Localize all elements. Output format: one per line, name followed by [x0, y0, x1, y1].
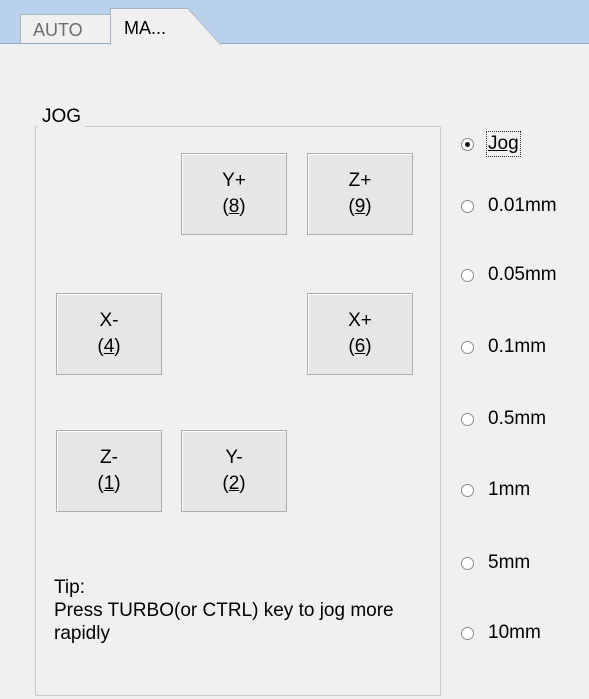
jog-z-minus-key: (1) — [97, 473, 121, 494]
radio-button-icon[interactable] — [461, 483, 474, 497]
radio-button-icon[interactable] — [461, 199, 474, 213]
tab-manual-label: MA... — [124, 18, 167, 38]
step-radio-jog[interactable]: Jog — [461, 131, 521, 157]
radio-button-icon[interactable] — [461, 340, 474, 354]
jog-y-plus-button[interactable]: Y+ (8) — [181, 153, 287, 235]
tab-auto-label: AUTO — [33, 20, 83, 40]
jog-z-plus-button[interactable]: Z+ (9) — [307, 153, 413, 235]
step-radio-0-01mm[interactable]: 0.01mm — [461, 193, 557, 219]
jog-x-plus-axis: X+ — [348, 310, 372, 331]
step-radio-label: 1mm — [488, 479, 531, 500]
jog-y-minus-key: (2) — [222, 473, 246, 494]
tab-strip-border — [0, 43, 589, 44]
jog-group-title: JOG — [38, 106, 86, 128]
radio-button-icon[interactable] — [461, 268, 474, 282]
step-radio-10mm[interactable]: 10mm — [461, 620, 541, 646]
jog-tip-text: Press TURBO(or CTRL) key to jog more rap… — [54, 600, 394, 644]
step-radio-0-05mm[interactable]: 0.05mm — [461, 262, 557, 288]
jog-tip: Tip: Press TURBO(or CTRL) key to jog mor… — [54, 576, 434, 645]
step-radio-0-1mm[interactable]: 0.1mm — [461, 334, 546, 360]
jog-z-minus-button[interactable]: Z- (1) — [56, 430, 162, 512]
jog-y-plus-axis: Y+ — [222, 170, 246, 191]
jog-tip-title: Tip: — [54, 577, 85, 598]
radio-button-icon[interactable] — [461, 137, 474, 151]
jog-x-plus-button[interactable]: X+ (6) — [307, 293, 413, 375]
jog-x-minus-axis: X- — [99, 310, 119, 331]
step-radio-label: 5mm — [488, 552, 531, 573]
jog-y-minus-button[interactable]: Y- (2) — [181, 430, 287, 512]
step-radio-label: 0.01mm — [488, 195, 557, 216]
step-radio-label: Jog — [486, 131, 521, 157]
step-radio-1mm[interactable]: 1mm — [461, 477, 530, 503]
jog-y-minus-axis: Y- — [225, 447, 243, 468]
jog-z-minus-axis: Z- — [100, 447, 118, 468]
jog-z-plus-key: (9) — [348, 196, 372, 217]
jog-x-plus-key: (6) — [348, 336, 372, 357]
radio-button-icon[interactable] — [461, 626, 474, 640]
jog-x-minus-key: (4) — [97, 336, 121, 357]
step-radio-label: 0.05mm — [488, 264, 557, 285]
jog-x-minus-button[interactable]: X- (4) — [56, 293, 162, 375]
radio-button-icon[interactable] — [461, 412, 474, 426]
step-radio-label: 0.1mm — [488, 336, 547, 357]
step-radio-5mm[interactable]: 5mm — [461, 550, 530, 576]
jog-y-plus-key: (8) — [222, 196, 246, 217]
radio-button-icon[interactable] — [461, 556, 474, 570]
step-radio-0-5mm[interactable]: 0.5mm — [461, 406, 546, 432]
step-radio-label: 10mm — [488, 622, 541, 643]
jog-z-plus-axis: Z+ — [348, 170, 372, 191]
tab-auto[interactable]: AUTO — [20, 14, 116, 43]
step-radio-label: 0.5mm — [488, 408, 547, 429]
